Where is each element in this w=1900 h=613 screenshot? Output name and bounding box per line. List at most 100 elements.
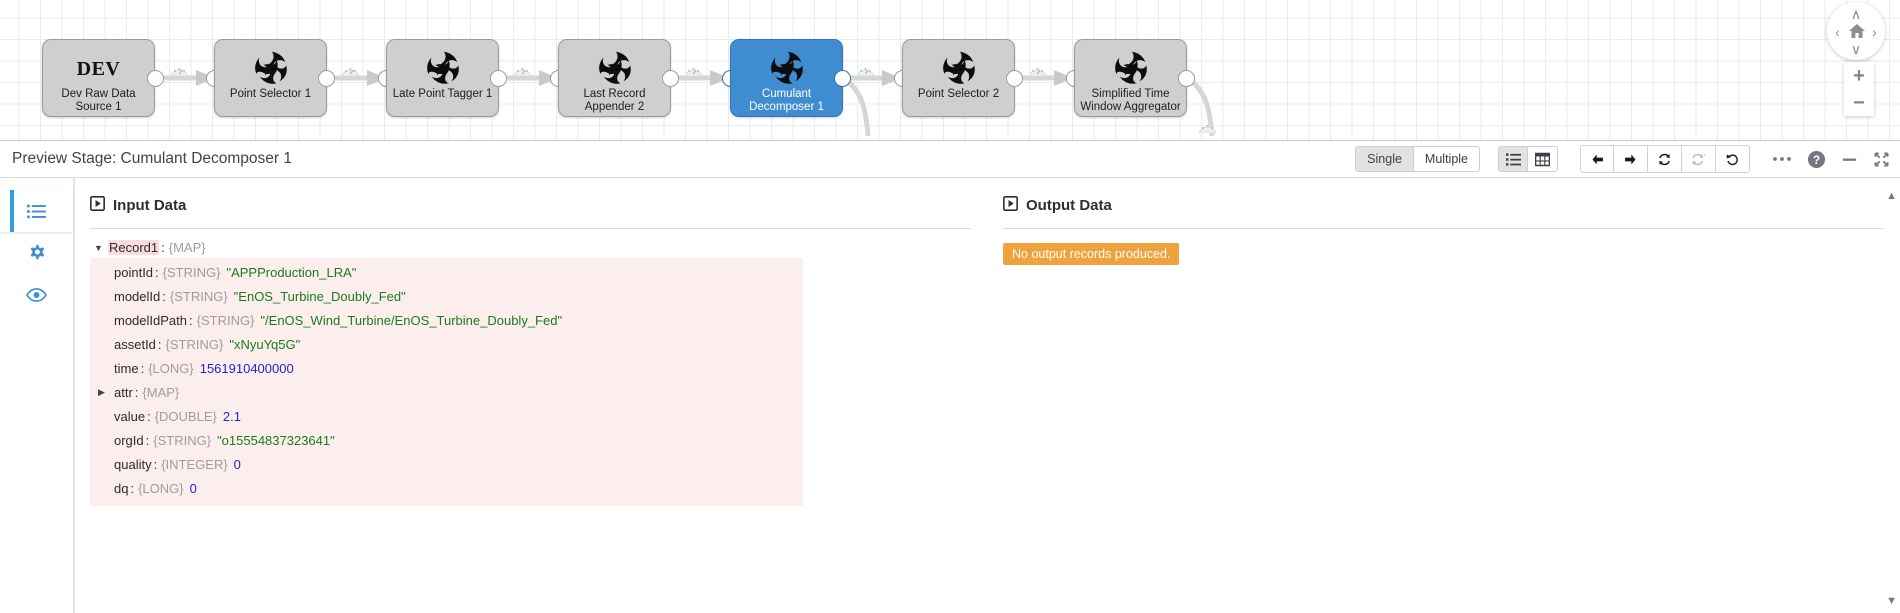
field-row[interactable]: assetId : {STRING} "xNyuYq5G" (90, 332, 803, 356)
view-mode-toggle[interactable] (1498, 146, 1558, 172)
chevron-down-icon[interactable]: ▼ (94, 243, 108, 253)
colon: : (189, 313, 193, 328)
minimize-icon[interactable] (1841, 147, 1858, 171)
record-fields: pointId : {STRING} "APPProduction_LRA" m… (90, 258, 803, 506)
sidebar-item-settings-panel[interactable] (0, 232, 73, 274)
colon: : (154, 457, 158, 472)
pane-divider (1003, 228, 1884, 229)
svg-text:*: * (1704, 153, 1707, 159)
colon: : (162, 289, 166, 304)
record-tree: ▼ Record1 : {MAP} pointId : {STRING} "AP… (90, 237, 971, 506)
pipeline-node-point-selector-1[interactable]: Point Selector 1 (214, 39, 327, 117)
node-output-port[interactable] (318, 70, 335, 87)
node-output-port[interactable] (147, 70, 164, 87)
refresh-all-button[interactable]: * (1682, 145, 1716, 173)
colon: : (141, 361, 145, 376)
pipeline-node-label: Late Point Tagger 1 (389, 88, 497, 101)
field-row[interactable]: orgId : {STRING} "o15554837323641" (90, 428, 803, 452)
field-row[interactable]: quality : {INTEGER} 0 (90, 452, 803, 476)
reset-button[interactable] (1716, 145, 1750, 173)
rail-divider (74, 178, 75, 613)
colon: : (161, 240, 165, 255)
edge-meter-icon (684, 63, 703, 75)
field-row[interactable]: dq : {LONG} 0 (90, 476, 803, 500)
pan-right-icon[interactable]: › (1868, 24, 1881, 40)
node-output-port[interactable] (490, 70, 507, 87)
field-row[interactable]: modelIdPath : {STRING} "/EnOS_Wind_Turbi… (90, 308, 803, 332)
field-name: modelIdPath (114, 313, 187, 328)
input-data-icon (90, 196, 105, 215)
expand-icon[interactable] (1873, 147, 1890, 171)
record-mode-toggle[interactable]: Single Multiple (1355, 146, 1480, 172)
pan-down-icon[interactable]: ∨ (1848, 42, 1864, 55)
preview-nav-buttons[interactable]: * (1580, 145, 1750, 173)
pipeline-stage-icon (768, 48, 806, 86)
scroll-down-icon[interactable]: ▼ (1886, 595, 1897, 607)
home-icon[interactable] (1847, 21, 1866, 40)
colon: : (130, 481, 134, 496)
pan-up-icon[interactable]: ∧ (1848, 7, 1864, 20)
field-name: pointId (114, 265, 153, 280)
pipeline-node-point-selector-2[interactable]: Point Selector 2 (902, 39, 1015, 117)
pipeline-node-simplified-time-window-aggregator[interactable]: Simplified TimeWindow Aggregator (1074, 39, 1187, 117)
canvas-navigator[interactable]: ∧ ∨ ‹ › (1827, 2, 1885, 60)
node-output-port[interactable] (1006, 70, 1023, 87)
record-type: {MAP} (169, 240, 206, 255)
field-type: {STRING} (163, 265, 221, 280)
field-row[interactable]: modelId : {STRING} "EnOS_Turbine_Doubly_… (90, 284, 803, 308)
field-row[interactable]: pointId : {STRING} "APPProduction_LRA" (90, 260, 803, 284)
field-name: orgId (114, 433, 144, 448)
pipeline-canvas[interactable]: DEV Dev Raw DataSource 1 Point Selector … (0, 0, 1900, 140)
field-value: 1561910400000 (200, 361, 294, 376)
pipeline-node-dev-raw-data-source-1[interactable]: DEV Dev Raw DataSource 1 (42, 39, 155, 117)
record-root-row[interactable]: ▼ Record1 : {MAP} (90, 237, 971, 258)
field-name: dq (114, 481, 128, 496)
field-type: {INTEGER} (161, 457, 227, 472)
node-output-port[interactable] (834, 70, 851, 87)
mode-multiple-button[interactable]: Multiple (1414, 146, 1480, 172)
pipeline-node-cumulant-decomposer-1[interactable]: CumulantDecomposer 1 (730, 39, 843, 117)
field-value: "APPProduction_LRA" (226, 265, 356, 280)
pipeline-stage-icon (596, 48, 634, 86)
scroll-up-icon[interactable]: ▲ (1886, 190, 1897, 202)
edge-meter-icon (856, 63, 875, 75)
edge-meter-icon (513, 63, 532, 75)
output-data-pane: Output Data No output records produced. (987, 178, 1900, 613)
field-value: 0 (234, 457, 241, 472)
page-title: Preview Stage: Cumulant Decomposer 1 (12, 150, 292, 168)
node-output-port[interactable] (1178, 70, 1195, 87)
sidebar-item-preview-panel[interactable] (0, 274, 73, 316)
output-data-title-row: Output Data (1003, 196, 1884, 228)
zoom-out-button[interactable]: − (1844, 89, 1874, 116)
field-row[interactable]: value : {DOUBLE} 2.1 (90, 404, 803, 428)
list-view-button[interactable] (1498, 146, 1528, 172)
pipeline-node-label: Simplified TimeWindow Aggregator (1077, 88, 1185, 114)
pipeline-node-last-record-appender-2[interactable]: Last RecordAppender 2 (558, 39, 671, 117)
zoom-in-button[interactable]: + (1844, 62, 1874, 89)
pane-title-text: Input Data (113, 197, 186, 214)
field-name: quality (114, 457, 152, 472)
field-row[interactable]: ▶ attr : {MAP} (90, 380, 803, 404)
refresh-button[interactable] (1648, 145, 1682, 173)
chevron-right-icon[interactable]: ▶ (98, 387, 112, 398)
more-options-icon[interactable] (1772, 147, 1792, 171)
mode-single-button[interactable]: Single (1355, 146, 1414, 172)
svg-text:?: ? (1813, 152, 1820, 166)
header-action-icons[interactable]: ? (1772, 147, 1890, 171)
next-record-button[interactable] (1614, 145, 1648, 173)
table-view-button[interactable] (1528, 146, 1558, 172)
record-name: Record1 (108, 240, 159, 255)
sidebar-item-list-panel[interactable] (0, 190, 73, 232)
pan-left-icon[interactable]: ‹ (1831, 24, 1844, 40)
node-output-port[interactable] (662, 70, 679, 87)
field-row[interactable]: time : {LONG} 1561910400000 (90, 356, 803, 380)
previous-record-button[interactable] (1580, 145, 1614, 173)
field-value: 0 (190, 481, 197, 496)
pipeline-node-late-point-tagger-1[interactable]: Late Point Tagger 1 (386, 39, 499, 117)
field-name: attr (114, 385, 133, 400)
field-name: modelId (114, 289, 160, 304)
preview-body: Input Data ▼ Record1 : {MAP} pointId : {… (0, 178, 1900, 613)
pipeline-stage-icon (252, 48, 290, 86)
zoom-controls[interactable]: + − (1844, 62, 1874, 116)
help-icon[interactable]: ? (1807, 147, 1826, 171)
